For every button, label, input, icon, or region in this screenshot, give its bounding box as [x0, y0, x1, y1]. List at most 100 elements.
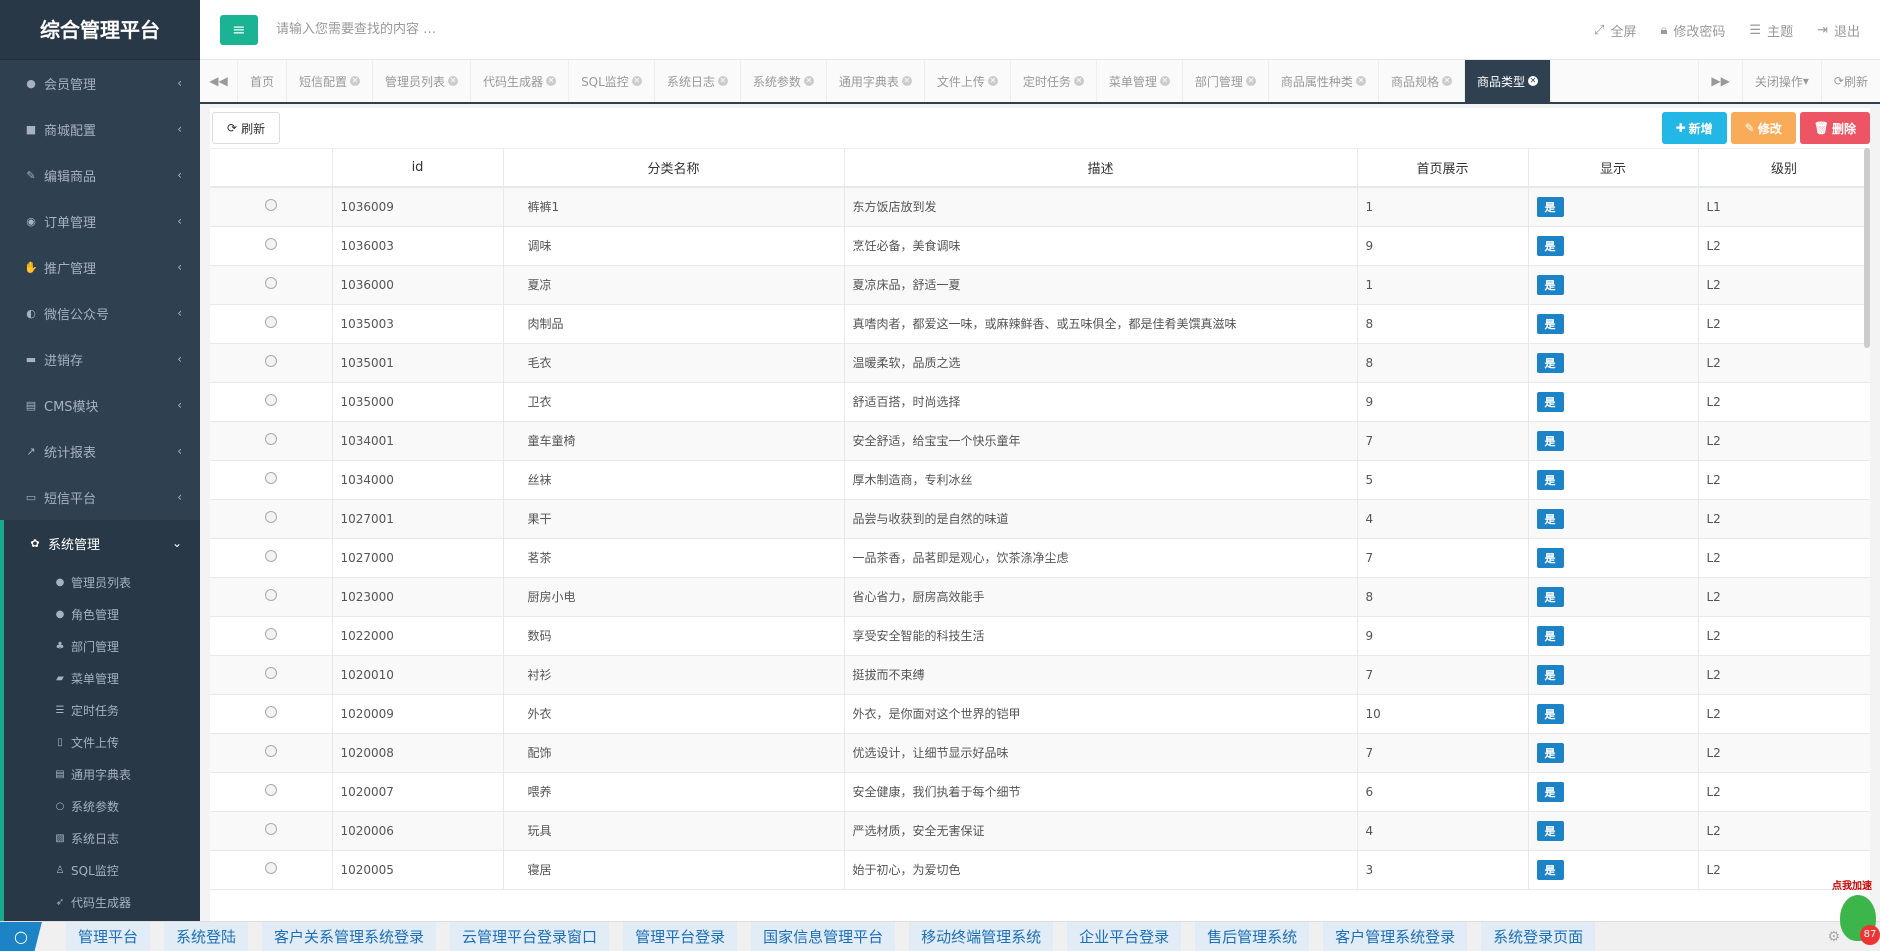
row-radio[interactable] — [264, 706, 277, 718]
footer-link[interactable]: 移动终端管理系统 — [909, 922, 1054, 951]
row-radio[interactable] — [264, 355, 277, 367]
tab-item[interactable]: 通用字典表 ✕ — [827, 60, 925, 102]
sidebar-item-order[interactable]: ◉ 订单管理 ‹ — [0, 198, 200, 244]
menu-toggle-button[interactable]: ≡ — [220, 14, 258, 45]
sidebar-item-promote[interactable]: ✋ 推广管理 ‹ — [0, 244, 200, 290]
table-row[interactable]: 1027000 茗茶 一品茶香，品茗即是观心，饮茶涤净尘虑 7 是 L2 — [210, 538, 1870, 578]
close-icon[interactable]: ✕ — [546, 76, 557, 86]
row-radio[interactable] — [264, 316, 277, 328]
table-row[interactable]: 1023000 厨房小电 省心省力，厨房高效能手 8 是 L2 — [210, 577, 1870, 617]
tab-item[interactable]: 代码生成器 ✕ — [471, 60, 570, 102]
row-radio[interactable] — [264, 199, 277, 212]
sidebar-subitem-upload[interactable]: ▯ 文件上传 — [4, 726, 200, 758]
row-radio[interactable] — [264, 277, 277, 289]
sidebar-item-wechat[interactable]: ◐ 微信公众号 ‹ — [0, 290, 200, 336]
close-icon[interactable]: ✕ — [1355, 76, 1366, 86]
sidebar-subitem-task[interactable]: ☰ 定时任务 — [4, 694, 200, 726]
add-button[interactable]: ✚ 新增 — [1661, 112, 1727, 144]
tab-item[interactable]: 系统参数 ✕ — [741, 60, 827, 102]
sidebar-subitem-sql[interactable]: ♙ SQL监控 — [4, 854, 200, 886]
footer-link[interactable]: 管理平台 — [66, 922, 151, 951]
footer-link[interactable]: 售后管理系统 — [1195, 922, 1310, 951]
table-row[interactable]: 1020010 衬衫 挺拔而不束缚 7 是 L2 — [210, 655, 1870, 695]
sidebar-subitem-circle[interactable]: ○ 系统参数 — [4, 790, 200, 822]
close-icon[interactable]: ✕ — [901, 76, 912, 86]
column-header[interactable]: id — [332, 149, 504, 188]
sidebar-item-edit[interactable]: ✎ 编辑商品 ‹ — [0, 152, 200, 198]
footer-link[interactable]: 企业平台登录 — [1067, 922, 1182, 951]
close-operations-dropdown[interactable]: 关闭操作 ▾ — [1741, 60, 1821, 102]
close-icon[interactable]: ✕ — [1073, 76, 1084, 86]
search-logo-icon[interactable]: ○ — [0, 921, 42, 951]
table-row[interactable]: 1020006 玩具 严选材质，安全无害保证 4 是 L2 — [210, 811, 1870, 851]
theme-button[interactable]: ☰ 主题 — [1749, 21, 1793, 40]
close-icon[interactable]: ✕ — [631, 76, 642, 86]
table-row[interactable]: 1035003 肉制品 真嗜肉者，都爱这一味，或麻辣鲜香、或五味俱全，都是佳肴美馔真… — [210, 304, 1870, 344]
table-row[interactable]: 1020009 外衣 外衣，是你面对这个世界的铠甲 10 是 L2 — [210, 694, 1870, 734]
row-radio[interactable] — [264, 784, 277, 796]
tab-scroll-left-button[interactable]: ◀◀ — [200, 60, 238, 102]
table-row[interactable]: 1036000 夏凉 夏凉床品，舒适一夏 1 是 L2 — [210, 265, 1870, 305]
tab-item[interactable]: 商品类型 ✕ — [1464, 60, 1551, 102]
footer-link[interactable]: 管理平台登录 — [623, 922, 738, 951]
tab-item[interactable]: SQL监控 ✕ — [569, 60, 655, 102]
tab-refresh-button[interactable]: ⟳ 刷新 — [1820, 60, 1880, 102]
row-radio[interactable] — [264, 394, 277, 406]
close-icon[interactable]: ✕ — [1527, 76, 1538, 86]
tab-item[interactable]: 管理员列表 ✕ — [373, 60, 472, 102]
sidebar-item-truck[interactable]: ▬ 进销存 ‹ — [0, 336, 200, 382]
close-icon[interactable]: ✕ — [717, 76, 728, 86]
table-scrollbar[interactable] — [1864, 148, 1870, 348]
close-icon[interactable]: ✕ — [1441, 76, 1452, 86]
tab-item[interactable]: 菜单管理 ✕ — [1097, 60, 1183, 102]
table-row[interactable]: 1036003 调味 烹饪必备，美食调味 9 是 L2 — [210, 226, 1870, 266]
row-radio[interactable] — [264, 823, 277, 835]
close-icon[interactable]: ✕ — [448, 76, 459, 86]
sidebar-subitem-role[interactable]: ● 角色管理 — [4, 598, 200, 630]
sidebar-subitem-folder[interactable]: ▰ 菜单管理 — [4, 662, 200, 694]
column-header[interactable] — [210, 149, 333, 188]
sidebar-subitem-admin-user[interactable]: ● 管理员列表 — [4, 566, 200, 598]
footer-link[interactable]: 系统登陆 — [164, 922, 249, 951]
close-icon[interactable]: ✕ — [803, 76, 814, 86]
footer-link[interactable]: 客户管理系统登录 — [1323, 922, 1468, 951]
table-row[interactable]: 1034000 丝袜 厚木制造商，专利冰丝 5 是 L2 — [210, 460, 1870, 500]
sidebar-item-system[interactable]: ✿ 系统管理 ⌄ — [0, 520, 200, 566]
footer-link[interactable]: 云管理平台登录窗口 — [450, 922, 610, 951]
tab-item[interactable]: 商品属性种类 ✕ — [1269, 60, 1379, 102]
row-radio[interactable] — [264, 667, 277, 679]
row-radio[interactable] — [264, 433, 277, 445]
edit-button[interactable]: ✎ 修改 — [1730, 112, 1796, 144]
tab-item[interactable]: 文件上传 ✕ — [925, 60, 1011, 102]
close-icon[interactable]: ✕ — [1245, 76, 1256, 86]
close-icon[interactable]: ✕ — [987, 76, 998, 86]
table-row[interactable]: 1035000 卫衣 舒适百搭，时尚选择 9 是 L2 — [210, 382, 1870, 422]
tab-item[interactable]: 首页 — [238, 60, 288, 102]
fullscreen-button[interactable]: ⤢ 全屏 — [1594, 21, 1636, 40]
close-icon[interactable]: ✕ — [350, 76, 361, 86]
row-radio[interactable] — [264, 628, 277, 640]
table-row[interactable]: 1034001 童车童椅 安全舒适，给宝宝一个快乐童年 7 是 L2 — [210, 421, 1870, 461]
sidebar-subitem-dict[interactable]: ▤ 通用字典表 — [4, 758, 200, 790]
table-row[interactable]: 1035001 毛衣 温暖柔软，品质之选 8 是 L2 — [210, 343, 1870, 383]
table-row[interactable]: 1036009 裤裤1 东方饭店放到发 1 是 L1 — [210, 187, 1870, 227]
sidebar-item-book[interactable]: ▤ CMS模块 ‹ — [0, 382, 200, 428]
refresh-button[interactable]: ⟳ 刷新 — [212, 112, 281, 144]
footer-link[interactable]: 国家信息管理平台 — [751, 922, 896, 951]
column-header[interactable]: 分类名称 — [503, 149, 845, 188]
column-header[interactable]: 首页展示 — [1357, 149, 1529, 188]
row-radio[interactable] — [264, 511, 277, 523]
row-radio[interactable] — [264, 550, 277, 562]
column-header[interactable]: 描述 — [844, 149, 1358, 188]
delete-button[interactable]: 🗑︎ 删除 — [1799, 112, 1870, 144]
tab-scroll-right-button[interactable]: ▶▶ — [1698, 60, 1741, 102]
row-radio[interactable] — [264, 472, 277, 484]
column-header[interactable]: 级别 — [1698, 149, 1870, 188]
table-row[interactable]: 1020007 喂养 安全健康，我们执着于每个细节 6 是 L2 — [210, 772, 1870, 812]
tab-item[interactable]: 短信配置 ✕ — [287, 60, 374, 102]
table-row[interactable]: 1020008 配饰 优选设计，让细节显示好品味 7 是 L2 — [210, 733, 1870, 773]
row-radio[interactable] — [264, 745, 277, 757]
sidebar-item-cart[interactable]: ■ 商城配置 ‹ — [0, 106, 200, 152]
search-input[interactable] — [276, 22, 776, 37]
tab-item[interactable]: 定时任务 ✕ — [1011, 60, 1097, 102]
